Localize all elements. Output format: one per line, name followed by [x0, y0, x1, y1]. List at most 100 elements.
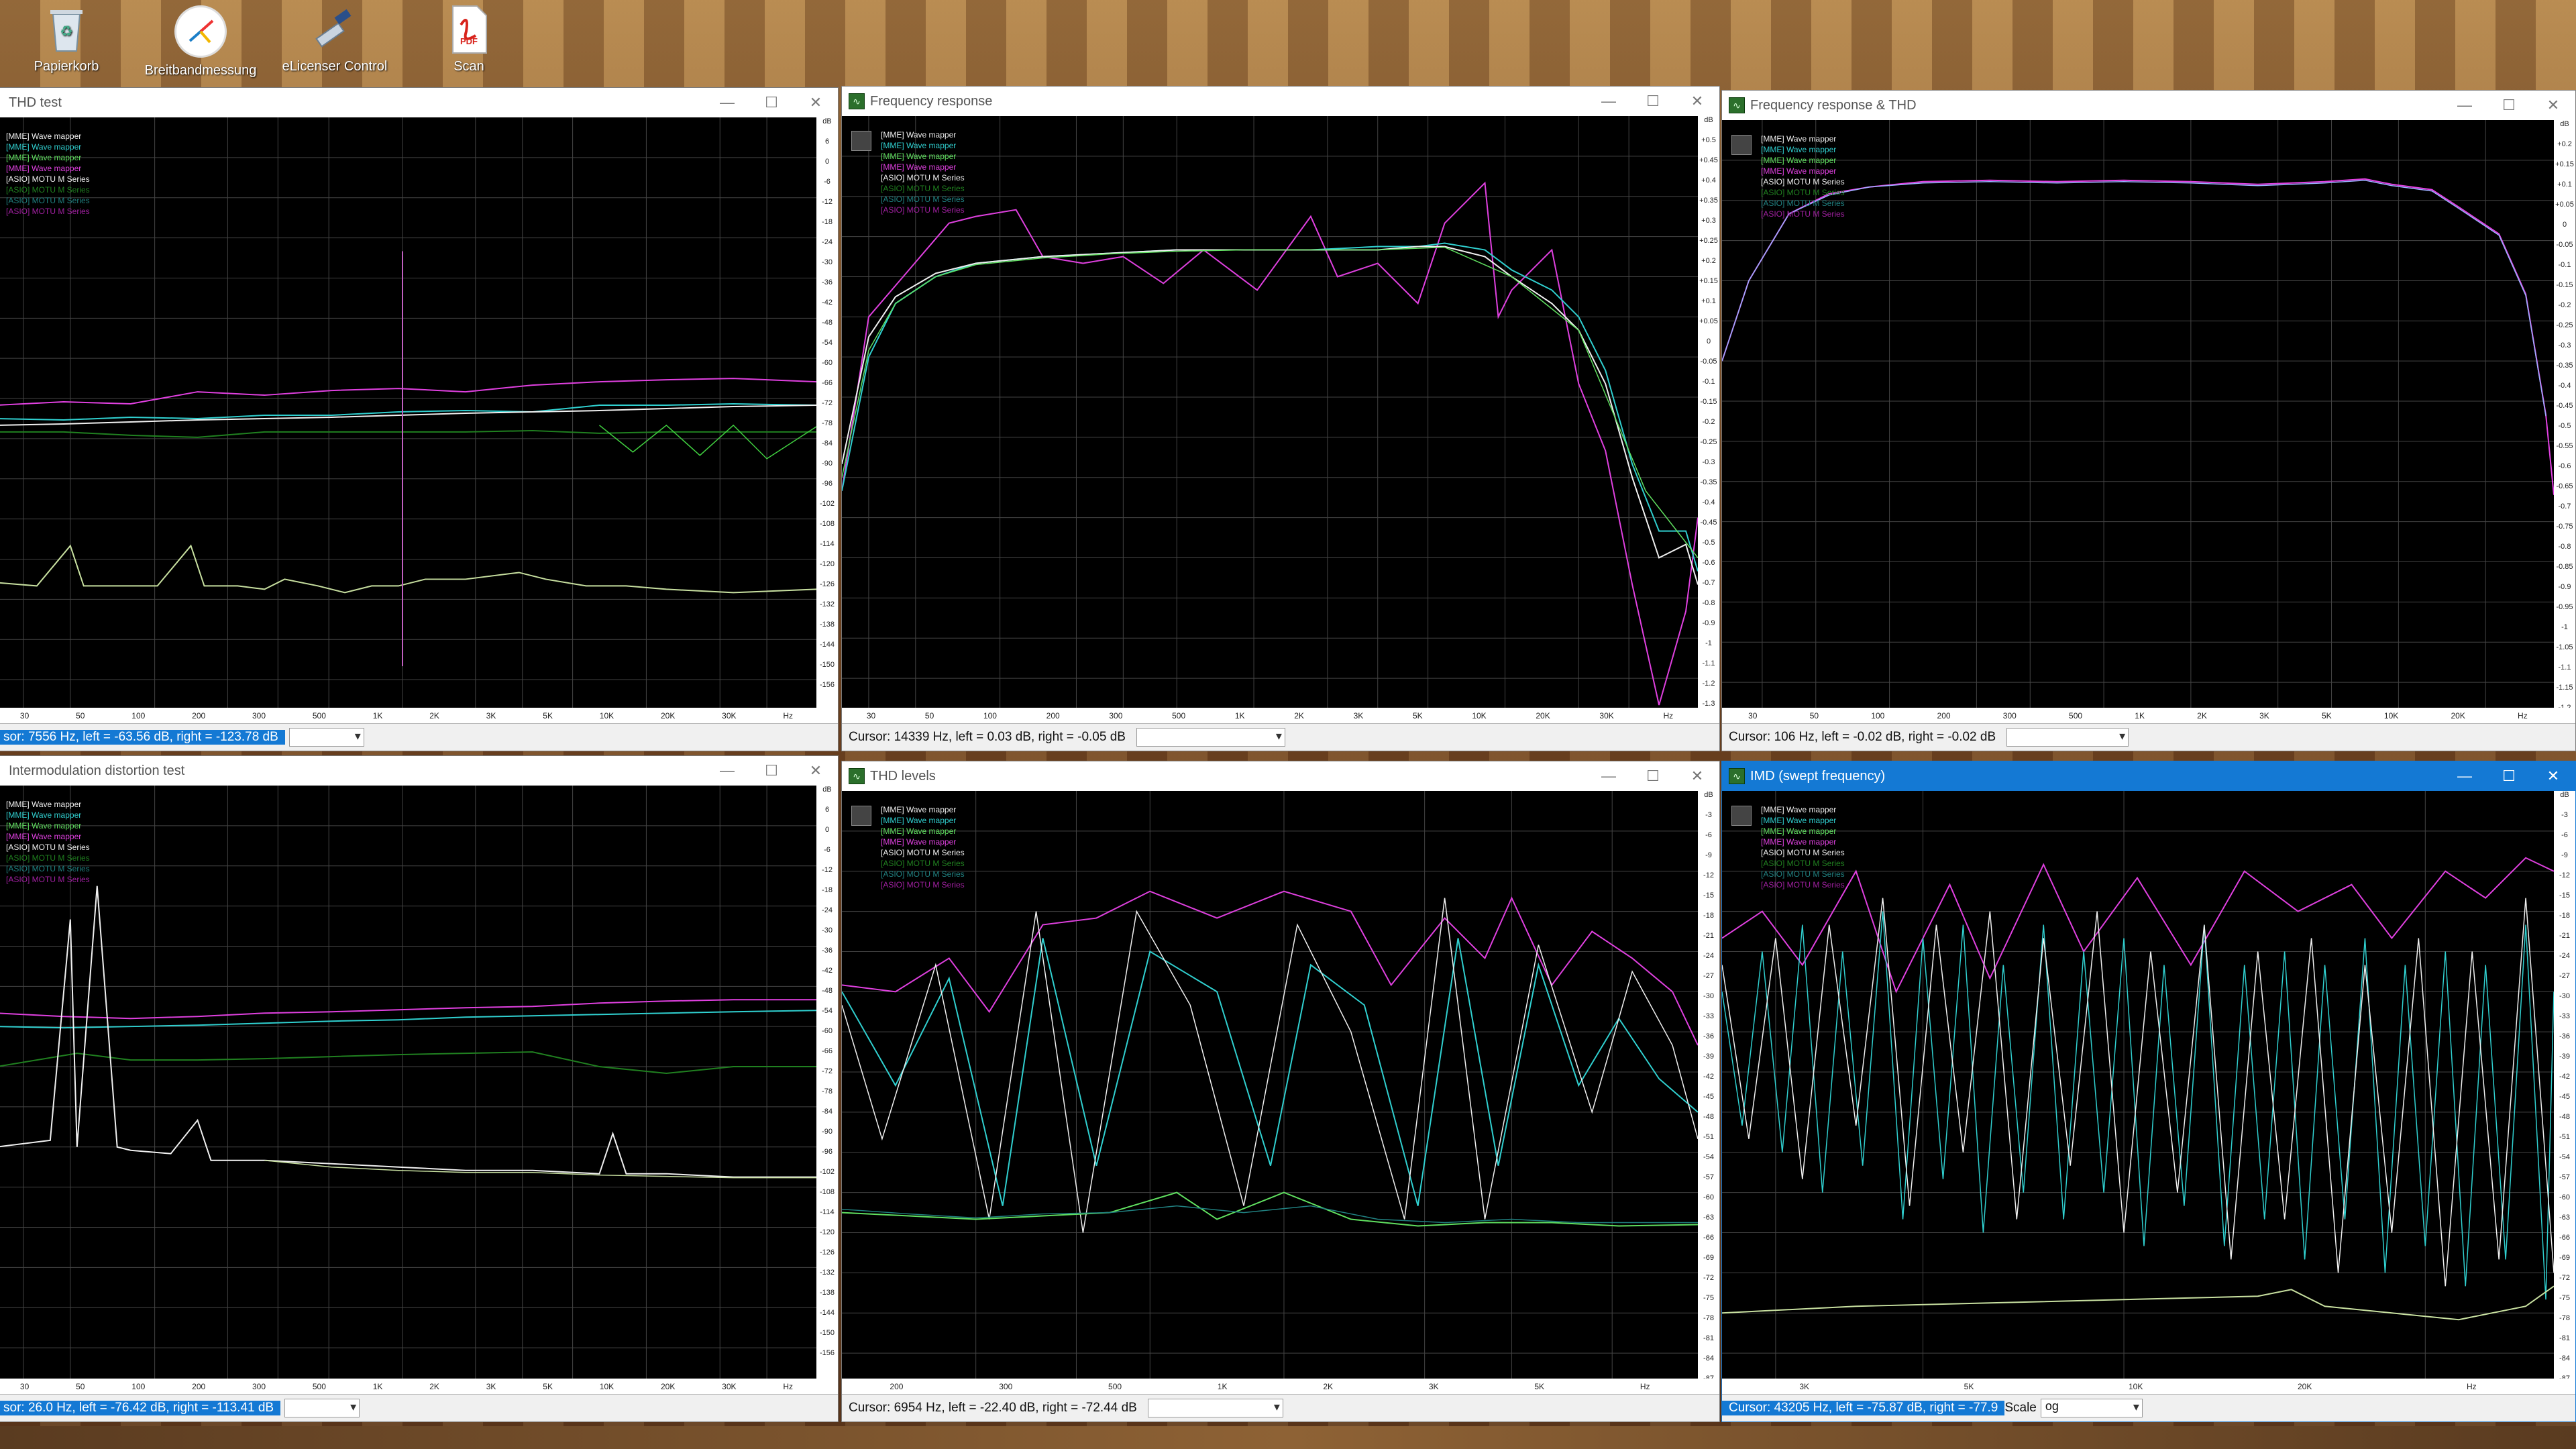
legend-entry[interactable]: [MME] Wave mapper [6, 163, 90, 174]
legend-entry[interactable]: [MME] Wave mapper [1761, 144, 1845, 155]
legend-entry[interactable]: [ASIO] MOTU M Series [6, 184, 90, 195]
imd-swept-plot[interactable] [1722, 791, 2554, 1379]
legend-entry[interactable]: [ASIO] MOTU M Series [1761, 858, 1845, 869]
minimize-icon[interactable]: — [2443, 761, 2487, 791]
legend-entry[interactable]: [ASIO] MOTU M Series [6, 842, 90, 853]
legend-entry[interactable]: [MME] Wave mapper [1761, 166, 1845, 176]
close-icon[interactable]: ✕ [2531, 761, 2575, 791]
legend-entry[interactable]: [ASIO] MOTU M Series [1761, 187, 1845, 198]
legend-entry[interactable]: [MME] Wave mapper [6, 820, 90, 831]
legend-entry[interactable]: [ASIO] MOTU M Series [881, 205, 965, 215]
legend-entry[interactable]: [ASIO] MOTU M Series [1761, 209, 1845, 219]
legend-entry[interactable]: [ASIO] MOTU M Series [6, 174, 90, 184]
legend-entry[interactable]: [MME] Wave mapper [1761, 815, 1845, 826]
desktop-icon-elicenser[interactable]: eLicenser Control [278, 5, 392, 86]
frequency-thd-plot[interactable] [1722, 120, 2554, 708]
legend-entry[interactable]: [MME] Wave mapper [1761, 804, 1845, 815]
titlebar[interactable]: ∿ THD levels — ☐ ✕ [842, 761, 1719, 791]
legend-entry[interactable]: [MME] Wave mapper [6, 152, 90, 163]
imd-spectrum-plot[interactable] [0, 786, 816, 1379]
legend-entry[interactable]: [MME] Wave mapper [1761, 837, 1845, 847]
minimize-icon[interactable]: — [705, 756, 749, 786]
titlebar[interactable]: Intermodulation distortion test — ☐ ✕ [0, 756, 838, 786]
legend-entry[interactable]: [MME] Wave mapper [881, 162, 965, 172]
legend-entry[interactable]: [MME] Wave mapper [6, 810, 90, 820]
close-icon[interactable]: ✕ [794, 756, 838, 786]
legend-entry[interactable]: [MME] Wave mapper [881, 129, 965, 140]
legend-entry[interactable]: [MME] Wave mapper [6, 142, 90, 152]
legend-toggle-icon[interactable] [1731, 806, 1752, 826]
close-icon[interactable]: ✕ [1675, 761, 1719, 791]
legend-entry[interactable]: [ASIO] MOTU M Series [1761, 198, 1845, 209]
scale-dropdown[interactable]: og [2040, 1399, 2143, 1417]
legend-entry[interactable]: [ASIO] MOTU M Series [881, 183, 965, 194]
legend-entry[interactable]: [MME] Wave mapper [881, 151, 965, 162]
legend-entry[interactable]: [MME] Wave mapper [881, 804, 965, 815]
legend-toggle-icon[interactable] [851, 131, 871, 151]
window-frequency-response-thd[interactable]: ∿ Frequency response & THD — ☐ ✕ dB +0.2 +0.… [1721, 90, 2576, 751]
legend-entry[interactable]: [MME] Wave mapper [1761, 133, 1845, 144]
spectrum-plot[interactable] [0, 117, 816, 708]
maximize-icon[interactable]: ☐ [1631, 761, 1675, 791]
legend-entry[interactable]: [MME] Wave mapper [881, 826, 965, 837]
maximize-icon[interactable]: ☐ [1631, 87, 1675, 116]
legend-entry[interactable]: [ASIO] MOTU M Series [6, 853, 90, 863]
titlebar[interactable]: ∿ Frequency response — ☐ ✕ [842, 87, 1719, 116]
window-thd-levels[interactable]: ∿ THD levels — ☐ ✕ dB -3 -6 -9 -12 -15 -18 -21 -24… [841, 761, 1720, 1422]
legend-entry[interactable]: [ASIO] MOTU M Series [6, 863, 90, 874]
titlebar[interactable]: ∿ Frequency response & THD — ☐ ✕ [1722, 91, 2575, 120]
legend-entry[interactable]: [ASIO] MOTU M Series [6, 195, 90, 206]
legend-entry[interactable]: [ASIO] MOTU M Series [881, 869, 965, 879]
legend-entry[interactable]: [ASIO] MOTU M Series [881, 879, 965, 890]
legend-entry[interactable]: [MME] Wave mapper [6, 799, 90, 810]
legend-entry[interactable]: [MME] Wave mapper [6, 131, 90, 142]
channel-dropdown[interactable] [1136, 728, 1285, 747]
legend-entry[interactable]: [ASIO] MOTU M Series [881, 847, 965, 858]
channel-dropdown[interactable] [284, 1399, 360, 1417]
minimize-icon[interactable]: — [1587, 761, 1631, 791]
titlebar[interactable]: THD test — ☐ ✕ [0, 88, 838, 117]
window-imd-swept[interactable]: ∿ IMD (swept frequency) — ☐ ✕ dB -3 -6 -9 -12 -… [1721, 761, 2576, 1422]
legend-entry[interactable]: [ASIO] MOTU M Series [1761, 176, 1845, 187]
minimize-icon[interactable]: — [2443, 91, 2487, 120]
legend-entry[interactable]: [MME] Wave mapper [881, 140, 965, 151]
thd-levels-plot[interactable] [842, 791, 1698, 1379]
legend-entry[interactable]: [ASIO] MOTU M Series [881, 194, 965, 205]
frequency-plot[interactable] [842, 116, 1698, 708]
window-imd-test[interactable]: Intermodulation distortion test — ☐ ✕ dB 6 0… [0, 755, 839, 1422]
legend-entry[interactable]: [MME] Wave mapper [881, 837, 965, 847]
legend-toggle-icon[interactable] [1731, 135, 1752, 155]
legend-entry[interactable]: [ASIO] MOTU M Series [881, 172, 965, 183]
y-tick-label: -42 [822, 967, 833, 975]
legend-entry[interactable]: [ASIO] MOTU M Series [1761, 879, 1845, 890]
window-thd-test[interactable]: THD test — ☐ ✕ dB 6 0 -6 -12 -18 -24 -30 -36 -42 -48… [0, 87, 839, 751]
desktop-icon-recycle-bin[interactable]: ♻ Papierkorb [9, 5, 123, 86]
minimize-icon[interactable]: — [1587, 87, 1631, 116]
minimize-icon[interactable]: — [705, 88, 749, 117]
legend-entry[interactable]: [ASIO] MOTU M Series [1761, 869, 1845, 879]
y-tick-label: -0.9 [1702, 619, 1715, 627]
close-icon[interactable]: ✕ [794, 88, 838, 117]
desktop-icon-scan[interactable]: PDF Scan [412, 5, 526, 86]
channel-dropdown[interactable] [2006, 728, 2129, 747]
window-frequency-response[interactable]: ∿ Frequency response — ☐ ✕ dB +0.5 +0.45 +0.4… [841, 86, 1720, 751]
maximize-icon[interactable]: ☐ [2487, 91, 2531, 120]
desktop-icon-breitbandmessung[interactable]: Breitbandmessung [144, 5, 258, 86]
close-icon[interactable]: ✕ [2531, 91, 2575, 120]
legend-entry[interactable]: [ASIO] MOTU M Series [6, 206, 90, 217]
legend-entry[interactable]: [MME] Wave mapper [6, 831, 90, 842]
titlebar[interactable]: ∿ IMD (swept frequency) — ☐ ✕ [1722, 761, 2575, 791]
legend-entry[interactable]: [MME] Wave mapper [881, 815, 965, 826]
maximize-icon[interactable]: ☐ [749, 88, 794, 117]
legend-entry[interactable]: [ASIO] MOTU M Series [6, 874, 90, 885]
legend-entry[interactable]: [MME] Wave mapper [1761, 155, 1845, 166]
close-icon[interactable]: ✕ [1675, 87, 1719, 116]
legend-toggle-icon[interactable] [851, 806, 871, 826]
maximize-icon[interactable]: ☐ [2487, 761, 2531, 791]
channel-dropdown[interactable] [288, 728, 364, 747]
legend-entry[interactable]: [MME] Wave mapper [1761, 826, 1845, 837]
channel-dropdown[interactable] [1147, 1399, 1283, 1417]
legend-entry[interactable]: [ASIO] MOTU M Series [881, 858, 965, 869]
maximize-icon[interactable]: ☐ [749, 756, 794, 786]
legend-entry[interactable]: [ASIO] MOTU M Series [1761, 847, 1845, 858]
